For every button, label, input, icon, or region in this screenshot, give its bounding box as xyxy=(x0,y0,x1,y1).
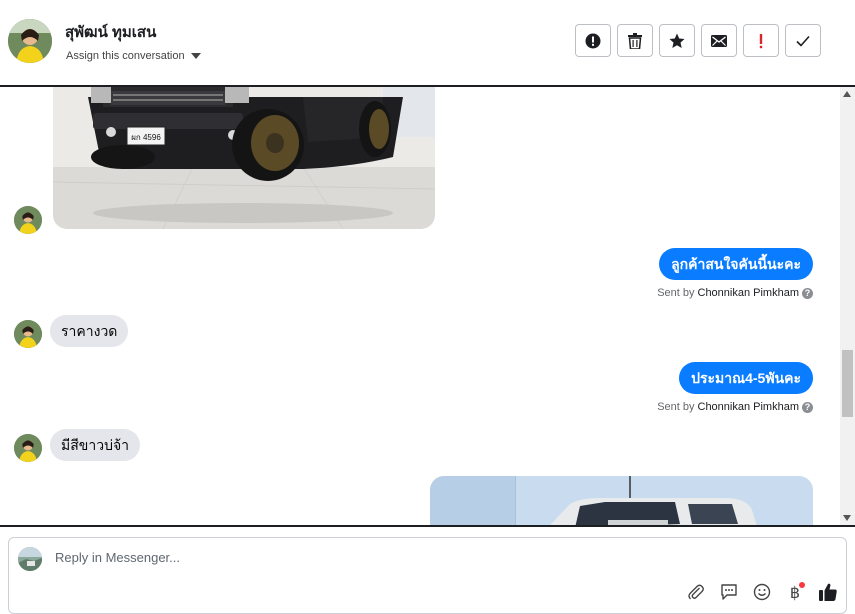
license-plate: ผก 4596 xyxy=(131,133,161,142)
sender-name: Chonnikan Pimkham xyxy=(697,287,800,299)
contact-avatar-small[interactable] xyxy=(14,206,42,234)
conversation-actions xyxy=(575,24,821,57)
saved-replies-button[interactable] xyxy=(719,582,739,602)
outgoing-image-message[interactable] xyxy=(430,476,813,525)
mark-unread-button[interactable] xyxy=(701,24,737,57)
attach-button[interactable] xyxy=(686,582,706,602)
contact-avatar-small[interactable] xyxy=(14,320,42,348)
page-avatar xyxy=(18,547,42,571)
thread-scrollbar[interactable] xyxy=(840,87,855,525)
payment-button[interactable]: ฿ xyxy=(785,582,805,602)
contact-avatar[interactable] xyxy=(8,19,52,63)
sender-name: Chonnikan Pimkham xyxy=(697,401,800,413)
incoming-message[interactable]: มีสีขาวบ่จ้า xyxy=(50,429,141,461)
assign-label: Assign this conversation xyxy=(66,50,185,62)
spam-button[interactable] xyxy=(575,24,611,57)
checkmark-icon xyxy=(796,35,810,47)
help-icon[interactable]: ? xyxy=(802,287,813,299)
follow-up-button[interactable] xyxy=(743,24,779,57)
contact-name: สุพัฒน์ ทุมเสน xyxy=(65,24,157,41)
sent-by-prefix: Sent by xyxy=(657,287,695,299)
sent-by-prefix: Sent by xyxy=(657,401,695,413)
message-thread[interactable]: ผก 4596 ลูกค้าสนใจคันนี้นะคะ Sent by Cho… xyxy=(0,87,855,525)
reply-composer: ฿ xyxy=(8,537,847,614)
incoming-image-message[interactable]: ผก 4596 xyxy=(53,87,435,229)
spam-icon xyxy=(585,33,601,48)
mark-done-button[interactable] xyxy=(785,24,821,57)
thumbs-up-icon xyxy=(819,583,837,601)
help-icon[interactable]: ? xyxy=(802,401,813,413)
delete-button[interactable] xyxy=(617,24,653,57)
scroll-down-arrow-icon[interactable] xyxy=(843,515,851,521)
composer-tools: ฿ xyxy=(686,582,838,602)
star-icon xyxy=(669,33,685,48)
reply-input[interactable] xyxy=(53,549,657,566)
scroll-up-arrow-icon[interactable] xyxy=(843,91,851,97)
saved-replies-icon xyxy=(721,584,737,600)
star-button[interactable] xyxy=(659,24,695,57)
scrollbar-thumb[interactable] xyxy=(842,350,853,417)
trash-icon xyxy=(628,32,642,49)
emoji-button[interactable] xyxy=(752,582,772,602)
incoming-message[interactable]: ราคางวด xyxy=(50,315,129,347)
outgoing-message[interactable]: ประมาณ4-5พันคะ xyxy=(679,362,813,394)
like-button[interactable] xyxy=(818,582,838,602)
outgoing-message[interactable]: ลูกค้าสนใจคันนี้นะคะ xyxy=(659,248,813,280)
sent-by-line: Sent by Chonnikan Pimkham ? xyxy=(657,401,813,413)
notification-dot xyxy=(799,582,805,588)
sent-by-line: Sent by Chonnikan Pimkham ? xyxy=(657,287,813,299)
caret-down-icon xyxy=(190,53,201,60)
contact-avatar-small[interactable] xyxy=(14,434,42,462)
paperclip-icon xyxy=(688,584,704,600)
exclamation-icon xyxy=(759,33,763,48)
emoji-icon xyxy=(753,583,771,601)
composer-divider xyxy=(0,525,855,527)
assign-conversation-dropdown[interactable]: Assign this conversation xyxy=(66,50,201,62)
conversation-header: สุพัฒน์ ทุมเสน Assign this conversation xyxy=(0,0,855,87)
envelope-icon xyxy=(711,34,727,47)
